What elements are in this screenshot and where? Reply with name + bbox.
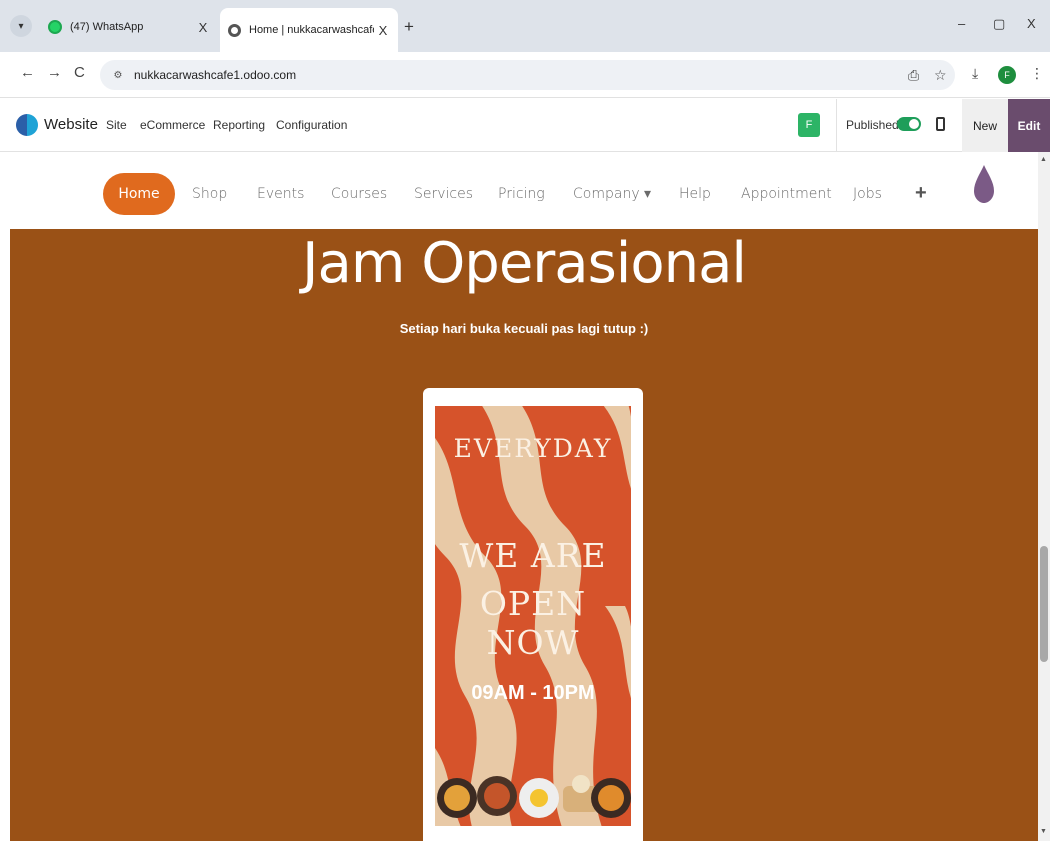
poster-open-now-text: OPEN NOW xyxy=(479,584,587,662)
poster-card: EVERYDAY WE ARE OPEN NOW 09AM - 10PM xyxy=(423,388,643,841)
odoo-icon xyxy=(228,23,241,37)
odoo-website-bar: Website Site eCommerce Reporting Configu… xyxy=(0,99,1050,152)
new-tab-button[interactable]: + xyxy=(404,17,414,37)
nav-pricing[interactable]: Pricing xyxy=(498,186,545,202)
nav-company-dropdown[interactable]: Company ▾ xyxy=(573,186,651,202)
poster-everyday-text: EVERYDAY xyxy=(453,434,613,463)
add-menu-item-button[interactable]: + xyxy=(915,182,927,205)
nav-services[interactable]: Services xyxy=(414,186,473,202)
menu-configuration[interactable]: Configuration xyxy=(276,118,347,132)
nav-home[interactable]: Home xyxy=(103,173,175,215)
star-icon[interactable]: ☆ xyxy=(934,60,947,90)
minimize-button[interactable]: – xyxy=(958,16,965,31)
section-subtitle: Setiap hari buka kecuali pas lagi tutup … xyxy=(399,321,649,336)
forward-button[interactable]: → xyxy=(47,64,62,81)
tab-title: (47) WhatsApp xyxy=(70,21,144,33)
install-app-icon[interactable]: ⎙ xyxy=(908,60,919,90)
tab-search-icon[interactable]: ▾ xyxy=(10,15,32,37)
nav-events[interactable]: Events xyxy=(257,186,304,202)
odoo-logo-icon[interactable] xyxy=(16,114,38,136)
reload-button[interactable]: C xyxy=(74,64,85,81)
nav-jobs[interactable]: Jobs xyxy=(853,186,882,202)
menu-reporting[interactable]: Reporting xyxy=(213,118,265,132)
menu-icon[interactable]: ⋮ xyxy=(1030,65,1044,82)
page-scrollbar[interactable]: ▲ ▼ xyxy=(1038,152,1050,841)
close-window-button[interactable]: X xyxy=(1027,16,1036,31)
poster-image: EVERYDAY WE ARE OPEN NOW 09AM - 10PM xyxy=(435,406,631,826)
tab-whatsapp[interactable]: (47) WhatsApp X xyxy=(40,8,218,46)
new-button[interactable]: New xyxy=(962,99,1008,152)
user-badge[interactable]: F xyxy=(798,113,820,137)
operating-hours-section: Jam Operasional Setiap hari buka kecuali… xyxy=(10,229,1038,841)
tab-title: Home | nukkacarwashcafe xyxy=(249,24,374,36)
edit-button[interactable]: Edit xyxy=(1008,99,1050,152)
browser-toolbar: ← → C ⚙ nukkacarwashcafe1.odoo.com ⎙ ☆ ⤓… xyxy=(0,52,1050,98)
scrollbar-thumb[interactable] xyxy=(1040,546,1048,662)
download-icon[interactable]: ⤓ xyxy=(972,65,978,82)
menu-ecommerce[interactable]: eCommerce xyxy=(140,118,205,132)
poster-hours-text: 09AM - 10PM xyxy=(471,682,595,704)
poster-we-are-text: WE ARE xyxy=(459,536,607,575)
nav-courses[interactable]: Courses xyxy=(331,186,387,202)
back-button[interactable]: ← xyxy=(20,64,35,81)
nav-appointment[interactable]: Appointment xyxy=(741,186,832,202)
divider xyxy=(836,99,837,152)
tab-home-nukkacarwashcafe[interactable]: Home | nukkacarwashcafe X xyxy=(220,8,398,52)
tab-close-button[interactable]: X xyxy=(194,20,212,35)
nav-shop[interactable]: Shop xyxy=(192,186,227,202)
mobile-preview-icon[interactable] xyxy=(936,117,945,131)
profile-avatar[interactable]: F xyxy=(998,66,1016,84)
tab-close-button[interactable]: X xyxy=(374,23,392,38)
site-header: Home Shop Events Courses Services Pricin… xyxy=(10,152,1038,229)
scroll-up-arrow-icon[interactable]: ▲ xyxy=(1040,156,1047,163)
section-title: Jam Operasional xyxy=(302,231,747,296)
address-bar[interactable]: ⚙ nukkacarwashcafe1.odoo.com ⎙ ☆ xyxy=(100,60,955,90)
site-logo-icon[interactable] xyxy=(973,164,995,204)
whatsapp-icon xyxy=(48,20,62,34)
food-dishes-illustration xyxy=(437,775,631,818)
site-info-icon[interactable]: ⚙ xyxy=(110,67,126,83)
restore-button[interactable]: ▢ xyxy=(993,16,1005,32)
scroll-down-arrow-icon[interactable]: ▼ xyxy=(1040,828,1047,835)
published-label: Published xyxy=(846,118,899,132)
browser-tab-strip: ▾ (47) WhatsApp X Home | nukkacarwashcaf… xyxy=(0,0,1050,52)
published-toggle[interactable] xyxy=(897,117,921,131)
nav-help[interactable]: Help xyxy=(679,186,711,202)
url-text: nukkacarwashcafe1.odoo.com xyxy=(134,68,297,82)
menu-site[interactable]: Site xyxy=(106,118,127,132)
app-name[interactable]: Website xyxy=(44,116,98,133)
